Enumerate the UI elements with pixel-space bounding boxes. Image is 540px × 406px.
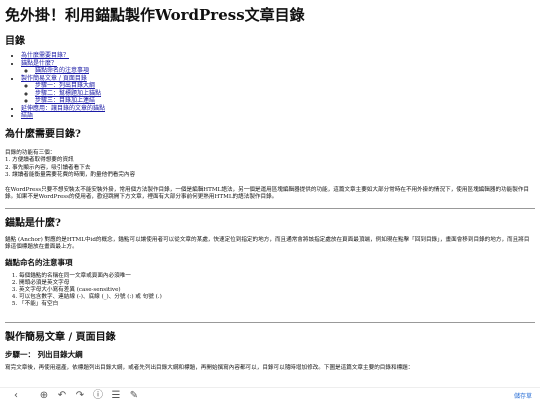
chevron-left-icon[interactable]: ‹: [10, 390, 22, 402]
step1-heading: 步驟一： 列出目錄大綱: [5, 350, 83, 359]
list-item: 每個錨點的名稱在同一文章或頁面內必須唯一: [19, 273, 535, 280]
anchor-paragraph: 錨點 (Anchor) 對應的是HTML中id的概念，錨點可以讓使用者可以從文章…: [5, 237, 530, 251]
toc-link-step3[interactable]: 步驟三：目錄加上連結: [35, 97, 95, 104]
naming-heading: 錨點命名的注意事項: [5, 257, 73, 267]
toc-item: 延伸應用：讓目錄的文章的錨點: [21, 105, 535, 113]
toc-link-step1[interactable]: 步驟一：列出目錄大綱: [35, 82, 95, 89]
page-title: 免外掛！利用錨點製作WordPress文章目錄: [5, 6, 305, 24]
toc-heading: 目錄: [5, 36, 25, 47]
toc-link-why[interactable]: 為什麼需要目錄？: [21, 52, 69, 59]
step1-paragraph: 寫完文章後，再使用還產，依標題列出目錄大綱，或者先列出目錄大綱和標題，再開始撰寫…: [5, 365, 414, 371]
toc-link-naming[interactable]: 錨點命名的注意事項: [35, 67, 89, 74]
divider: [5, 322, 535, 323]
section-heading: 為什麼需要目錄?: [5, 129, 81, 140]
toc-item: 製作簡易文章 / 頁面目錄 步驟一：列出目錄大綱 步驟二：幫標題加上錨點 步驟三…: [21, 75, 535, 105]
toc-item: 結語: [21, 112, 535, 120]
toc-link-step2[interactable]: 步驟二：幫標題加上錨點: [35, 90, 101, 97]
toc-list: 為什麼需要目錄？ 錨點是什麼？ 錨點命名的注意事項 製作簡易文章 / 頁面目錄 …: [5, 52, 535, 120]
redo-icon[interactable]: ↷: [74, 390, 86, 402]
toc-link-make[interactable]: 製作簡易文章 / 頁面目錄: [21, 75, 87, 82]
save-draft-button[interactable]: 儲存草: [514, 391, 532, 400]
why-line: 1. 方便讀者取得想要的資訊: [5, 157, 74, 164]
toc-item: 為什麼需要目錄？: [21, 52, 535, 60]
section-heading: 錨點是什麼?: [5, 218, 61, 229]
section-anchor: 錨點是什麼? 錨點 (Anchor) 對應的是HTML中id的概念，錨點可以讓使…: [5, 217, 535, 308]
list-item: 開頭必須是英文字母: [19, 280, 535, 287]
why-paragraph: 在WordPress只要不想安裝太不能安裝外掛，常用個方法製作目錄，一個是編輯H…: [5, 186, 530, 201]
list-view-icon[interactable]: ☰: [110, 390, 122, 402]
toc-item: 錨點是什麼？ 錨點命名的注意事項: [21, 60, 535, 75]
add-icon[interactable]: ⊕: [38, 390, 50, 402]
naming-rules: 每個錨點的名稱在同一文章或頁面內必須唯一 開頭必須是英文字母 英文字母大小寫有差…: [5, 273, 535, 308]
list-item: 「不能」有空白: [19, 301, 535, 308]
toc-link-conclusion[interactable]: 結語: [21, 112, 33, 119]
document: 免外掛！利用錨點製作WordPress文章目錄 目錄 為什麼需要目錄？ 錨點是什…: [5, 4, 535, 120]
toc-item: 錨點命名的注意事項: [35, 67, 535, 75]
toc-item: 步驟二：幫標題加上錨點: [35, 90, 535, 98]
section-make: 製作簡易文章 / 頁面目錄 步驟一： 列出目錄大綱 寫完文章後，再使用還產，依標…: [5, 331, 535, 372]
info-icon[interactable]: ⓘ: [92, 390, 104, 402]
divider: [5, 208, 535, 209]
toc-item: 步驟一：列出目錄大綱: [35, 82, 535, 90]
toc-link-anchor[interactable]: 錨點是什麼？: [21, 60, 57, 67]
section-why: 為什麼需要目錄? 目錄的功能有三個： 1. 方便讀者取得想要的資訊 2. 事先顯…: [5, 128, 535, 201]
list-item: 可以包含數字、連結線 (-)、底線 (_)、分號 (:) 或 句號 (.): [19, 294, 535, 301]
list-item: 英文字母大小寫有差異 (case-sensitive): [19, 287, 535, 294]
toc-item: 步驟三：目錄加上連結: [35, 97, 535, 105]
toc-link-extend[interactable]: 延伸應用：讓目錄的文章的錨點: [21, 105, 105, 112]
editor-toolbar: ‹ ⊕ ↶ ↷ ⓘ ☰ ✎ 儲存草: [0, 387, 540, 406]
section-heading: 製作簡易文章 / 頁面目錄: [5, 332, 116, 343]
why-line: 3. 讓讀者能衡量需要花費的時間，酌量他們看完內容: [5, 172, 136, 179]
undo-icon[interactable]: ↶: [56, 390, 68, 402]
edit-icon[interactable]: ✎: [128, 390, 140, 402]
why-intro: 目錄的功能有三個：: [5, 150, 56, 156]
